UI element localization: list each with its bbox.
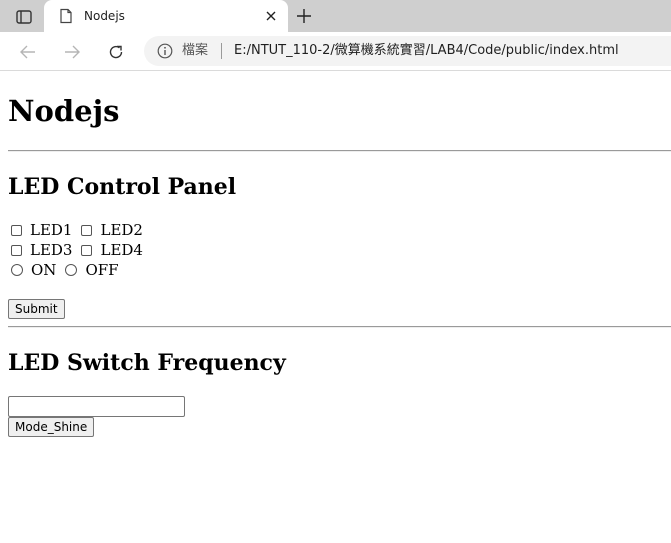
new-tab-button[interactable] <box>292 5 316 27</box>
browser-tab[interactable]: Nodejs <box>44 0 288 32</box>
led-row-2: LED3 LED4 <box>11 241 152 259</box>
led4-checkbox[interactable] <box>81 244 93 256</box>
close-icon[interactable] <box>262 7 280 25</box>
divider <box>8 326 671 328</box>
address-bar[interactable]: 檔案 E:/NTUT_110-2/微算機系統實習/LAB4/Code/publi… <box>144 36 671 66</box>
browser-toolbar: 檔案 E:/NTUT_110-2/微算機系統實習/LAB4/Code/publi… <box>0 32 671 71</box>
tab-actions-icon[interactable] <box>10 7 38 27</box>
state-row: ON OFF <box>11 261 128 279</box>
led3-label: LED3 <box>30 241 73 259</box>
mode-shine-button[interactable]: Mode_Shine <box>8 417 95 437</box>
off-radio[interactable] <box>65 264 78 276</box>
tab-strip: Nodejs <box>0 0 671 32</box>
led1-label: LED1 <box>30 221 73 239</box>
led3-checkbox[interactable] <box>11 244 22 256</box>
led4-label: LED4 <box>100 241 143 259</box>
page-title: Nodejs <box>8 94 120 128</box>
off-label: OFF <box>85 261 119 279</box>
on-label: ON <box>31 261 57 279</box>
frequency-title: LED Switch Frequency <box>8 350 286 376</box>
arrow-left-icon <box>20 45 35 59</box>
plus-icon <box>297 9 311 23</box>
scheme-label: 檔案 <box>182 43 209 58</box>
address-separator <box>221 43 222 59</box>
submit-button[interactable]: Submit <box>8 299 65 319</box>
led1-checkbox[interactable] <box>11 224 22 236</box>
back-button[interactable] <box>17 41 39 63</box>
refresh-button[interactable] <box>105 41 127 63</box>
url-text[interactable]: E:/NTUT_110-2/微算機系統實習/LAB4/Code/public/i… <box>234 42 619 60</box>
led-panel-title: LED Control Panel <box>8 174 237 200</box>
refresh-icon <box>109 45 123 59</box>
tab-title: Nodejs <box>84 9 125 23</box>
info-icon[interactable] <box>157 43 173 59</box>
arrow-right-icon <box>65 45 80 59</box>
forward-button[interactable] <box>61 41 83 63</box>
page-icon <box>58 8 74 24</box>
led2-label: LED2 <box>100 221 143 239</box>
divider <box>8 150 671 152</box>
led-row-1: LED1 LED2 <box>11 221 152 239</box>
on-radio[interactable] <box>11 264 23 276</box>
led2-checkbox[interactable] <box>81 224 93 236</box>
frequency-input[interactable] <box>8 396 185 417</box>
